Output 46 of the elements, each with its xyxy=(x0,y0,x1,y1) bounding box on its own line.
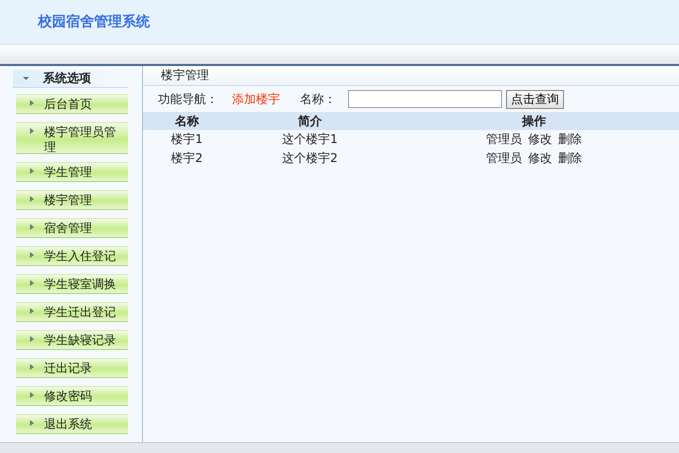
search-field[interactable] xyxy=(348,90,502,108)
nav-label: 功能导航： xyxy=(158,90,218,108)
caret-icon xyxy=(23,77,29,80)
action-link[interactable]: 管理员 xyxy=(486,131,522,148)
sidebar-item[interactable]: 学生入住登记 xyxy=(16,246,128,265)
table-cell-text: 这个楼宇2 xyxy=(281,150,339,167)
sidebar-item[interactable]: 迁出记录 xyxy=(16,358,128,377)
action-link[interactable]: 删除 xyxy=(558,150,582,167)
sidebar-item[interactable]: 后台首页 xyxy=(16,94,128,113)
sidebar-item[interactable]: 楼宇管理 xyxy=(16,190,128,209)
triangle-icon xyxy=(30,100,34,106)
sidebar-item[interactable]: 学生迁出登记 xyxy=(16,302,128,321)
triangle-icon xyxy=(30,280,34,286)
action-link[interactable]: 管理员 xyxy=(486,150,522,167)
action-link[interactable]: 修改 xyxy=(528,150,552,167)
app-title: 校园宿舍管理系统 xyxy=(38,13,150,31)
triangle-icon xyxy=(30,392,34,398)
table-cell-text: 这个楼宇1 xyxy=(281,131,339,148)
action-link[interactable]: 删除 xyxy=(558,131,582,148)
column-header: 简介 xyxy=(297,112,323,130)
sidebar-header[interactable]: 系统选项 xyxy=(13,70,128,88)
search-button[interactable]: 点击查询 xyxy=(506,90,564,108)
triangle-icon xyxy=(30,308,34,314)
triangle-icon xyxy=(30,128,34,134)
column-header: 操作 xyxy=(520,112,547,130)
triangle-icon xyxy=(30,420,34,426)
sidebar-item[interactable]: 学生寝室调换 xyxy=(16,274,128,293)
panel-title: 楼宇管理 xyxy=(161,67,209,84)
sidebar-title: 系统选项 xyxy=(43,70,91,87)
triangle-icon xyxy=(30,364,34,370)
table-cell-text: 楼宇2 xyxy=(170,150,204,167)
sidebar-item[interactable]: 学生管理 xyxy=(16,162,128,181)
sidebar-item[interactable]: 修改密码 xyxy=(16,386,128,405)
sidebar-item[interactable]: 学生缺寝记录 xyxy=(16,330,128,349)
triangle-icon xyxy=(30,224,34,230)
search-label: 名称： xyxy=(300,90,336,108)
sidebar-item[interactable]: 宿舍管理 xyxy=(16,218,128,237)
sidebar-item[interactable]: 楼宇管理员管理 xyxy=(16,122,128,153)
table-cell-text: 楼宇1 xyxy=(170,131,204,148)
column-header: 名称 xyxy=(174,112,200,130)
triangle-icon xyxy=(30,336,34,342)
triangle-icon xyxy=(30,168,34,174)
action-link[interactable]: 修改 xyxy=(528,131,552,148)
sidebar-item[interactable]: 退出系统 xyxy=(16,414,128,433)
triangle-icon xyxy=(30,252,34,258)
triangle-icon xyxy=(30,196,34,202)
